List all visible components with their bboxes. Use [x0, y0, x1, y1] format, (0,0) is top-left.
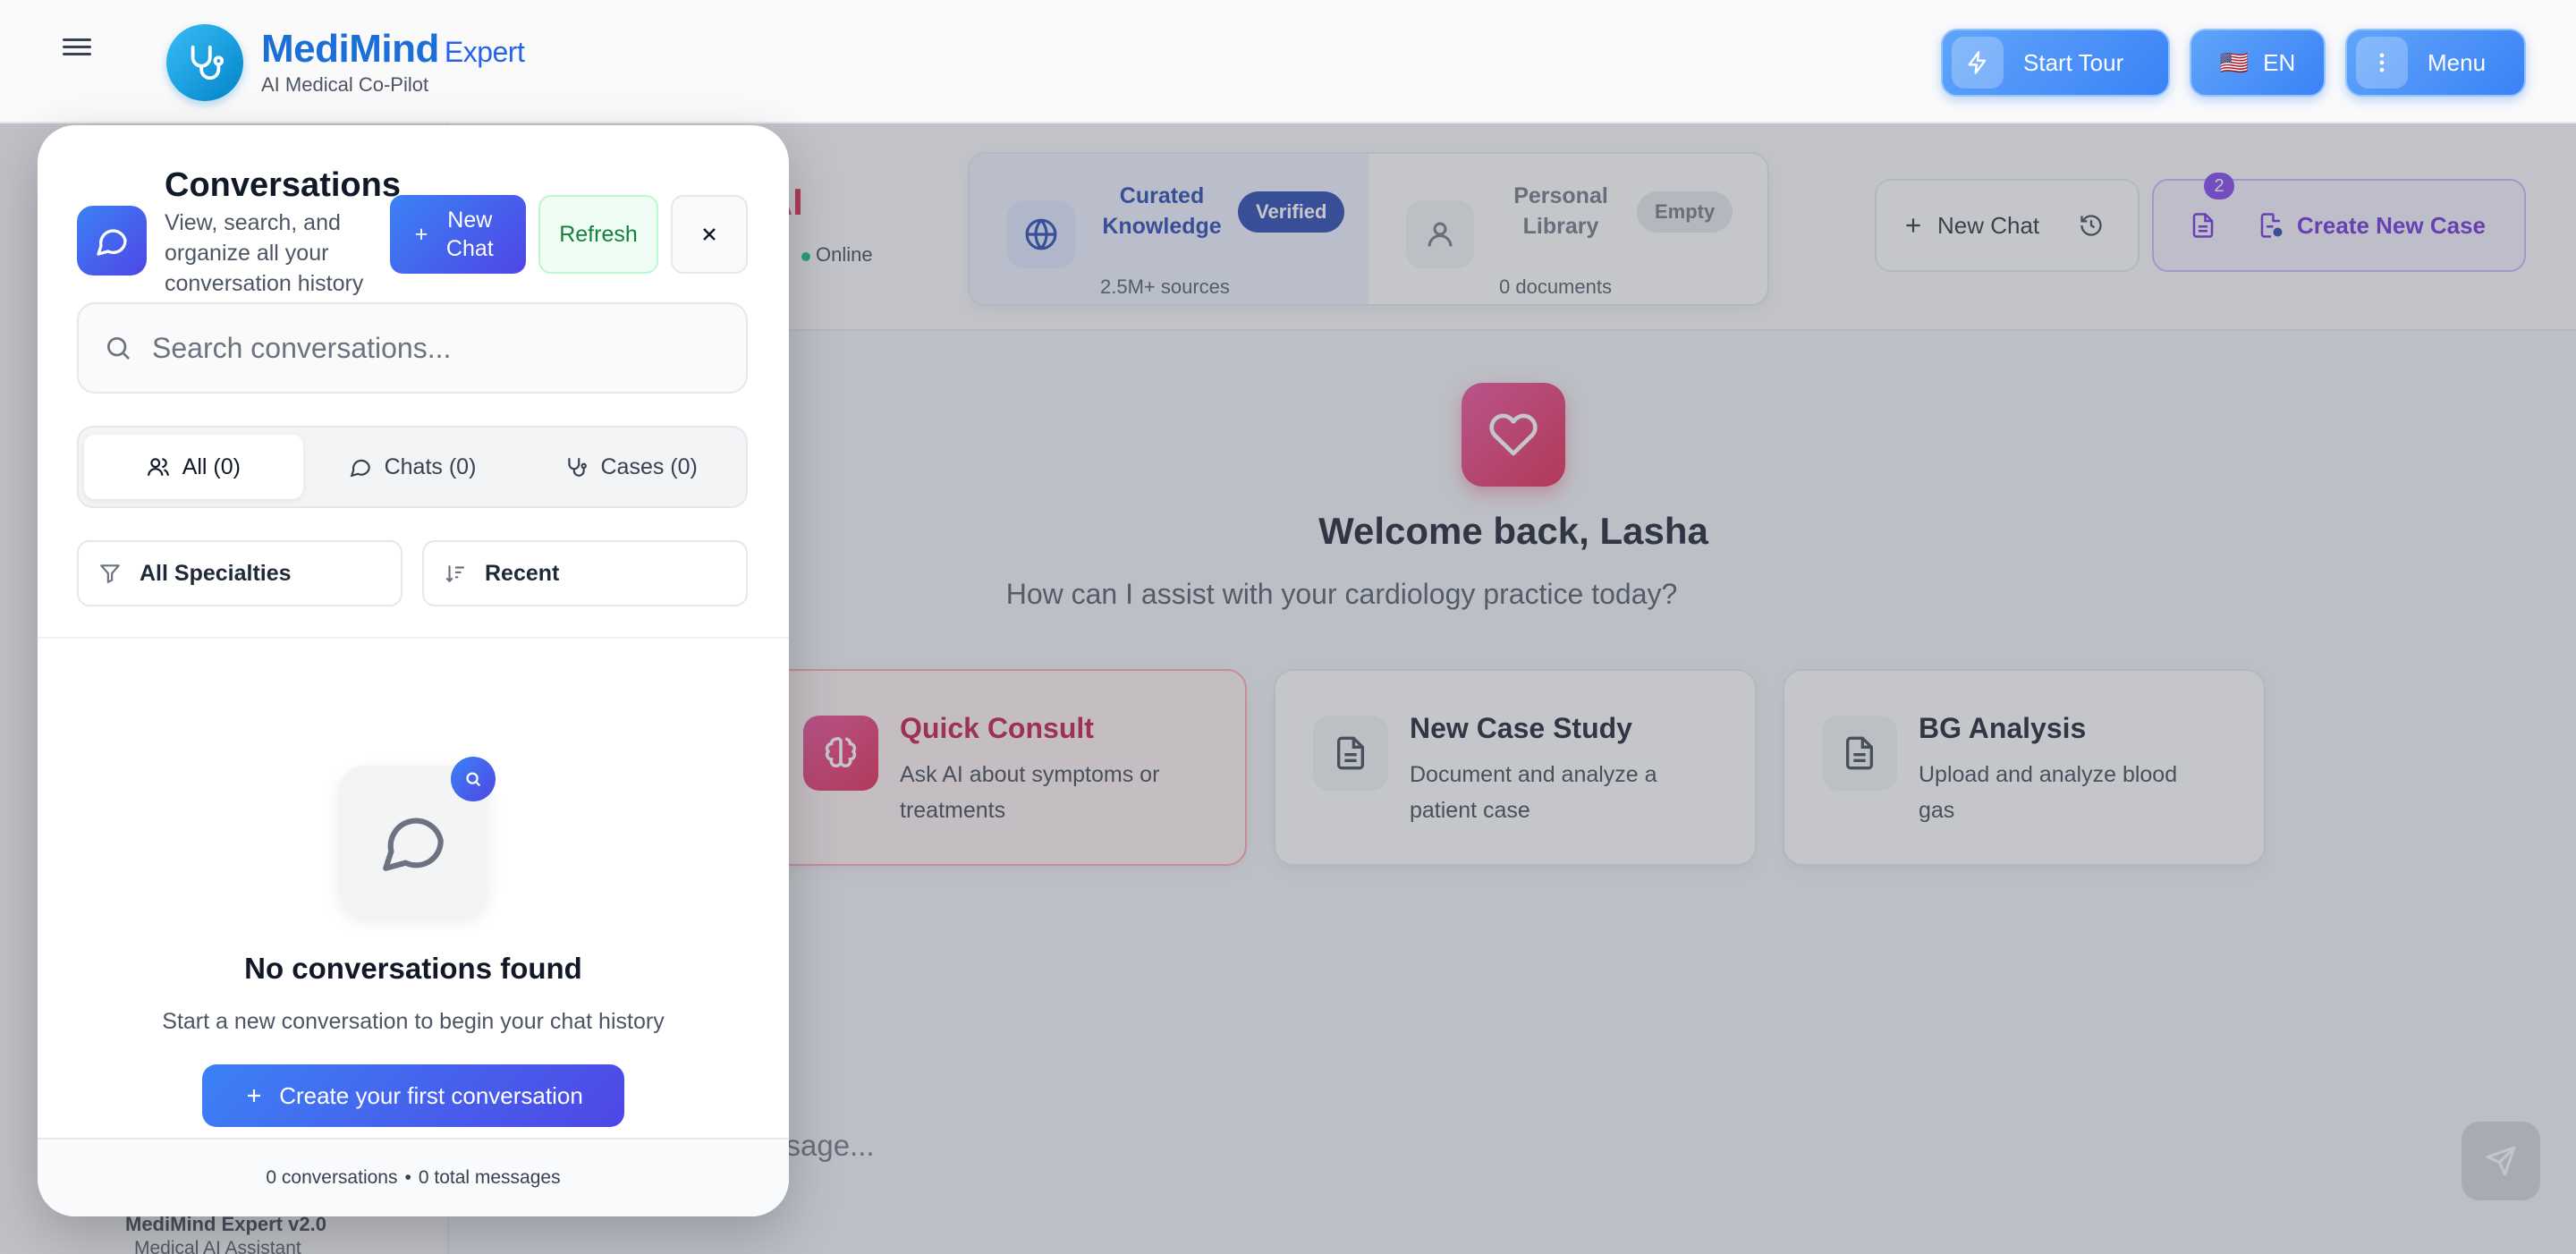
stats-separator: •	[404, 1167, 411, 1188]
tab-chats[interactable]: Chats (0)	[303, 435, 522, 499]
close-icon	[703, 228, 716, 241]
more-vertical-icon	[2356, 37, 2408, 89]
conversations-dialog: Conversations View, search, and organize…	[38, 125, 789, 1216]
close-button[interactable]	[671, 195, 748, 274]
new-chat-button[interactable]: + New Chat	[390, 195, 526, 274]
search-box	[77, 302, 748, 394]
brand-subtitle: AI Medical Co-Pilot	[261, 73, 429, 96]
refresh-button[interactable]: Refresh	[538, 195, 658, 274]
start-tour-button[interactable]: Start Tour	[1941, 29, 2170, 97]
filter-icon	[100, 564, 120, 583]
stethoscope-icon	[568, 458, 588, 477]
search-icon	[106, 337, 130, 360]
us-flag-icon: 🇺🇸	[2219, 48, 2250, 76]
lightning-icon	[1952, 37, 2004, 89]
dialog-description: View, search, and organize all your conv…	[165, 210, 364, 296]
hamburger-menu-icon[interactable]	[63, 34, 91, 63]
tab-cases[interactable]: Cases (0)	[521, 435, 741, 499]
sort-select[interactable]: Recent	[422, 540, 748, 606]
empty-state-subtitle: Start a new conversation to begin your c…	[162, 1009, 665, 1034]
dialog-footer-stats: 0 conversations • 0 total messages	[38, 1138, 789, 1216]
search-badge-icon	[451, 757, 496, 801]
chat-bubble-icon	[77, 206, 147, 275]
stethoscope-logo-icon	[166, 24, 243, 101]
users-icon	[147, 458, 169, 476]
conversation-type-tabs: All (0) Chats (0) Cases (0)	[77, 426, 748, 508]
sort-icon	[445, 565, 464, 583]
message-count: 0 total messages	[418, 1167, 561, 1188]
conversation-count: 0 conversations	[266, 1167, 398, 1188]
brand-name: MediMind Expert	[261, 27, 525, 71]
divider	[38, 637, 789, 639]
plus-icon: +	[414, 222, 428, 247]
language-button[interactable]: 🇺🇸 EN	[2190, 29, 2326, 97]
create-first-conversation-button[interactable]: Create your first conversation	[202, 1064, 624, 1127]
dialog-title: Conversations	[165, 166, 401, 204]
tab-all[interactable]: All (0)	[84, 435, 303, 499]
plus-icon	[248, 1089, 261, 1102]
empty-state-title: No conversations found	[244, 952, 582, 985]
menu-button[interactable]: Menu	[2345, 29, 2526, 97]
specialty-filter-select[interactable]: All Specialties	[77, 540, 402, 606]
chat-bubble-icon	[350, 459, 370, 478]
top-header: MediMind Expert AI Medical Co-Pilot Start…	[0, 0, 2576, 123]
search-input[interactable]	[152, 331, 707, 365]
